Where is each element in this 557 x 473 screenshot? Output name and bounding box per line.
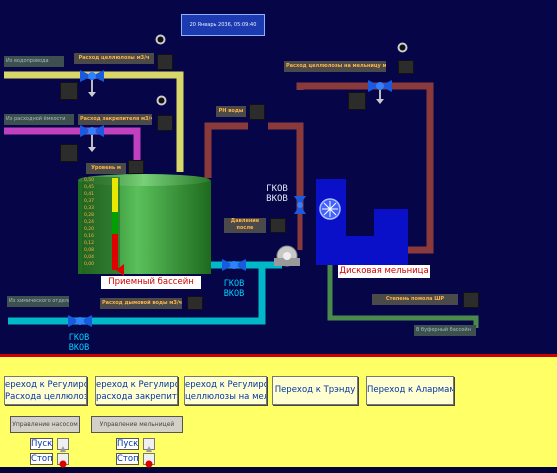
mill-control-button[interactable]: Управление мельницей (91, 416, 183, 433)
valve-vertical (294, 196, 306, 214)
source-chemical: Из химического отдела (7, 296, 69, 307)
scale-tick: 0,28 (84, 213, 95, 218)
status-line: ВКОВ (266, 194, 288, 204)
value-cellulose-mill (398, 60, 414, 74)
scale-tick: 0,16 (84, 234, 95, 239)
scale-tick: 0,12 (84, 241, 95, 246)
scale-tick: 0,04 (84, 255, 95, 260)
dest-buffer: В буферный бассейн (414, 325, 476, 336)
valve-water (80, 70, 104, 97)
label-ph: PН воды (216, 106, 246, 117)
nav-line: ереход к Регулирова (185, 380, 266, 390)
status-line: ГКОВ (223, 279, 245, 289)
valve-outlet (222, 259, 246, 271)
mill-stop-button[interactable]: Стоп (116, 453, 139, 465)
datetime-display: 20 Январь 2036, 05:09:40 (181, 14, 265, 36)
source-water: Из водопровода (4, 56, 64, 67)
disc-mill-body (316, 179, 346, 265)
camera-icon[interactable] (155, 34, 166, 45)
nav-alarms[interactable]: Переход к Алармам (366, 376, 454, 405)
pump-control-button[interactable]: Управление насосом (10, 416, 80, 433)
control-panel: ереход к Регулирова Расхода целлюлозы ер… (0, 357, 557, 468)
nav-additive-flow[interactable]: ереход к Регулирова расхода закрепителя (95, 376, 178, 405)
camera-icon[interactable] (156, 95, 167, 106)
label-cellulose-mill: Расход целлюлозы на мельницу м3/ч (284, 61, 386, 72)
nav-trend[interactable]: Переход к Трэнду (272, 376, 358, 405)
level-scale: 0,50 0,45 0,41 0,37 0,33 0,28 0,24 0,20 … (82, 177, 120, 274)
valve-filler (80, 125, 104, 152)
nav-line: ереход к Регулирова (5, 380, 86, 390)
label-pressure: Давление после насоса (224, 218, 266, 233)
nav-line: ереход к Регулирова (96, 380, 177, 390)
label-flow-cellulose: Расход целлюлозы м3/ч (74, 53, 154, 64)
status-line: ГКОВ (68, 333, 90, 343)
scale-tick: 0,37 (84, 199, 95, 204)
valve-status-chemical[interactable]: ГКОВ ВКОВ (66, 333, 92, 353)
label-level: Уровень м (86, 163, 126, 174)
scale-tick: 0,33 (84, 206, 95, 211)
nav-line: расхода закрепителя (96, 392, 177, 402)
scale-tick: 0,41 (84, 192, 95, 197)
mill-start-button[interactable]: Пуск (116, 438, 139, 450)
value-ph (249, 104, 265, 120)
scale-tick: 0,20 (84, 227, 95, 232)
valve-mill-feed (368, 80, 392, 104)
status-line: ВКОВ (223, 289, 245, 299)
scale-tick: 0,00 (84, 262, 95, 267)
valve-status-mill[interactable]: ГКОВ ВКОВ (264, 184, 290, 204)
value-flow-additive (157, 115, 173, 131)
valve-chemical (68, 315, 92, 327)
value-grinding (463, 292, 479, 308)
scale-tick: 0,45 (84, 185, 95, 190)
mill-stop-indicator-icon (143, 453, 155, 468)
scale-tick: 0,50 (84, 178, 95, 183)
value-level (128, 160, 144, 174)
scale-tick: 0,08 (84, 248, 95, 253)
valve-status-outlet[interactable]: ГКОВ ВКОВ (221, 279, 247, 299)
value-flow-water (187, 296, 203, 310)
status-line: ГКОВ (266, 184, 288, 194)
tank-title: Приемный бассейн (101, 276, 201, 289)
value-filler-indicator (60, 144, 78, 162)
label-grinding: Степень помола ШР (372, 294, 458, 305)
label-flow-additive: Расход закрепителя м3/ч (78, 114, 152, 125)
source-filler: Из расходной ёмкости (4, 114, 74, 125)
pump-start-button[interactable]: Пуск (30, 438, 53, 450)
nav-mill-flow[interactable]: ереход к Регулирова целлюлозы на мельни (184, 376, 267, 405)
status-line: ВКОВ (68, 343, 90, 353)
camera-icon[interactable] (397, 42, 408, 53)
value-pressure (270, 218, 286, 233)
nav-line: целлюлозы на мельни (185, 392, 266, 402)
mill-feed-pipe (204, 122, 248, 178)
pump-stop-indicator-icon (57, 453, 69, 468)
value-flow-cellulose (157, 54, 173, 70)
pump-stop-button[interactable]: Стоп (30, 453, 53, 465)
label-flow-water: Расход дымовой воды м3/ч (100, 298, 182, 309)
value-mill-valve-indicator (348, 92, 366, 110)
nav-line: Расхода целлюлозы (5, 392, 87, 402)
mill-start-indicator-icon (143, 438, 155, 452)
value-water-indicator (60, 82, 78, 100)
pump-start-indicator-icon (57, 438, 69, 452)
scale-tick: 0,24 (84, 220, 95, 225)
mill-title: Дисковая мельница (338, 265, 430, 278)
nav-cellulose-flow[interactable]: ереход к Регулирова Расхода целлюлозы (4, 376, 87, 405)
process-mimic: 20 Январь 2036, 05:09:40 Из водопровода … (0, 0, 557, 354)
